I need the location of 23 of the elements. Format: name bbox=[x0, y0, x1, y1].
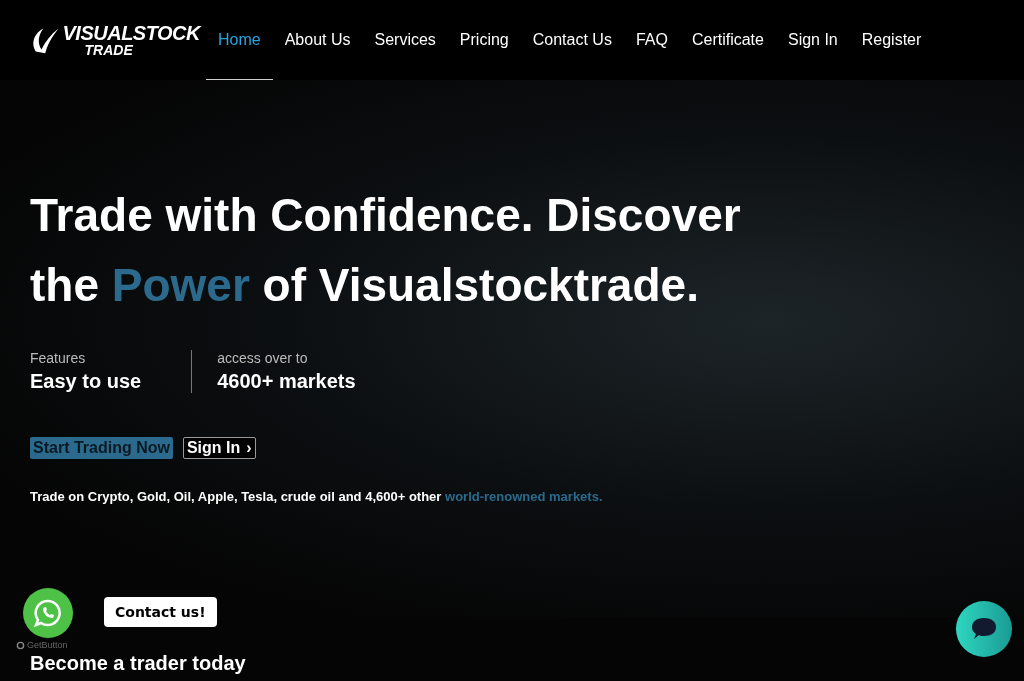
nav-link[interactable]: FAQ bbox=[623, 0, 680, 80]
sign-in-button[interactable]: Sign In › bbox=[182, 437, 256, 459]
nav-link[interactable]: Sign In bbox=[775, 0, 850, 80]
section-title: Become a trader today bbox=[30, 652, 246, 675]
tagline: Trade on Crypto, Gold, Oil, Apple, Tesla, crude oil and 4,600+ other world-renowned markets. bbox=[30, 489, 604, 504]
logo-subtext: TRADE bbox=[83, 43, 134, 57]
hero-headline: Trade with Confidence. Discover the Power of Visualstocktrade. bbox=[30, 188, 742, 313]
nav-link[interactable]: Pricing bbox=[447, 0, 521, 80]
nav-link[interactable]: Contact Us bbox=[520, 0, 624, 80]
stat-label: access over to bbox=[217, 350, 309, 366]
nav-link[interactable]: About Us bbox=[272, 0, 363, 80]
phone-chat-icon bbox=[33, 598, 63, 628]
stat-label: Features bbox=[30, 350, 87, 366]
logo-text: VISUALSTOCK bbox=[62, 23, 200, 43]
credit-text: GetButton bbox=[27, 640, 68, 650]
stat-value: 4600+ markets bbox=[217, 370, 356, 393]
speech-bubble-icon bbox=[970, 616, 998, 642]
nav-link[interactable]: Services bbox=[362, 0, 448, 80]
nav-link[interactable]: Register bbox=[849, 0, 934, 80]
contact-bubble[interactable]: Contact us! bbox=[104, 597, 217, 627]
stat-value: Easy to use bbox=[30, 370, 142, 393]
nav-link[interactable]: Certificate bbox=[679, 0, 776, 80]
loop-icon bbox=[16, 640, 25, 650]
